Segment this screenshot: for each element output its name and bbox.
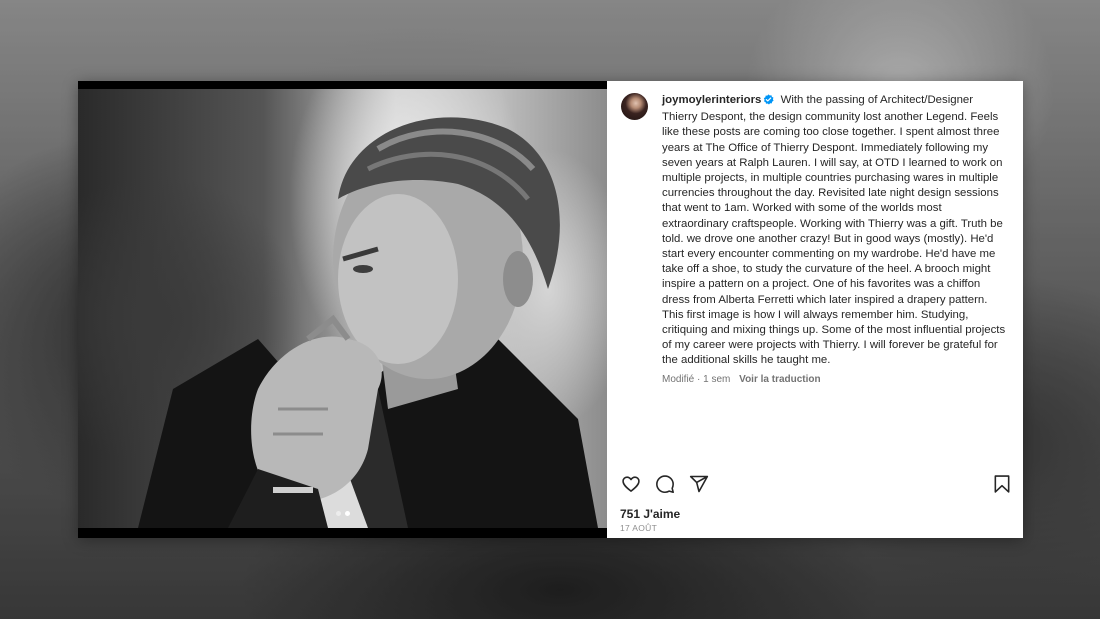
edited-timestamp: Modifié · 1 sem xyxy=(662,373,731,385)
instagram-post: joymoylerinteriors With the passing of A… xyxy=(78,81,1023,538)
heart-icon xyxy=(622,476,640,492)
carousel-dot-active[interactable] xyxy=(344,511,350,516)
see-translation-link[interactable]: Voir la traduction xyxy=(739,374,821,385)
caption-meta: Modifié · 1 sem Voir la traduction xyxy=(662,374,1009,385)
post-photo[interactable] xyxy=(78,81,607,538)
avatar[interactable] xyxy=(621,93,648,120)
carousel-indicator xyxy=(78,511,607,516)
save-button[interactable] xyxy=(991,473,1013,495)
caption-body: joymoylerinteriors With the passing of A… xyxy=(662,93,1009,385)
carousel-dot[interactable] xyxy=(335,511,341,516)
share-button[interactable] xyxy=(688,473,710,495)
caption-text: joymoylerinteriors With the passing of A… xyxy=(662,93,1009,369)
caption-body-text: With the passing of Architect/Designer T… xyxy=(662,94,1006,367)
post-side-panel: joymoylerinteriors With the passing of A… xyxy=(607,81,1023,538)
share-icon xyxy=(689,475,709,493)
bookmark-icon xyxy=(994,475,1010,493)
comment-button[interactable] xyxy=(654,473,676,495)
verified-badge-icon xyxy=(763,94,774,110)
username-link[interactable]: joymoylerinteriors xyxy=(662,94,761,106)
caption-block: joymoylerinteriors With the passing of A… xyxy=(621,93,1009,385)
portrait-image xyxy=(78,89,607,528)
action-bar xyxy=(620,473,1013,495)
like-button[interactable] xyxy=(620,473,642,495)
likes-count[interactable]: 751 J'aime xyxy=(620,507,680,521)
post-date: 17 AOÛT xyxy=(620,523,658,533)
comment-icon xyxy=(656,475,674,494)
